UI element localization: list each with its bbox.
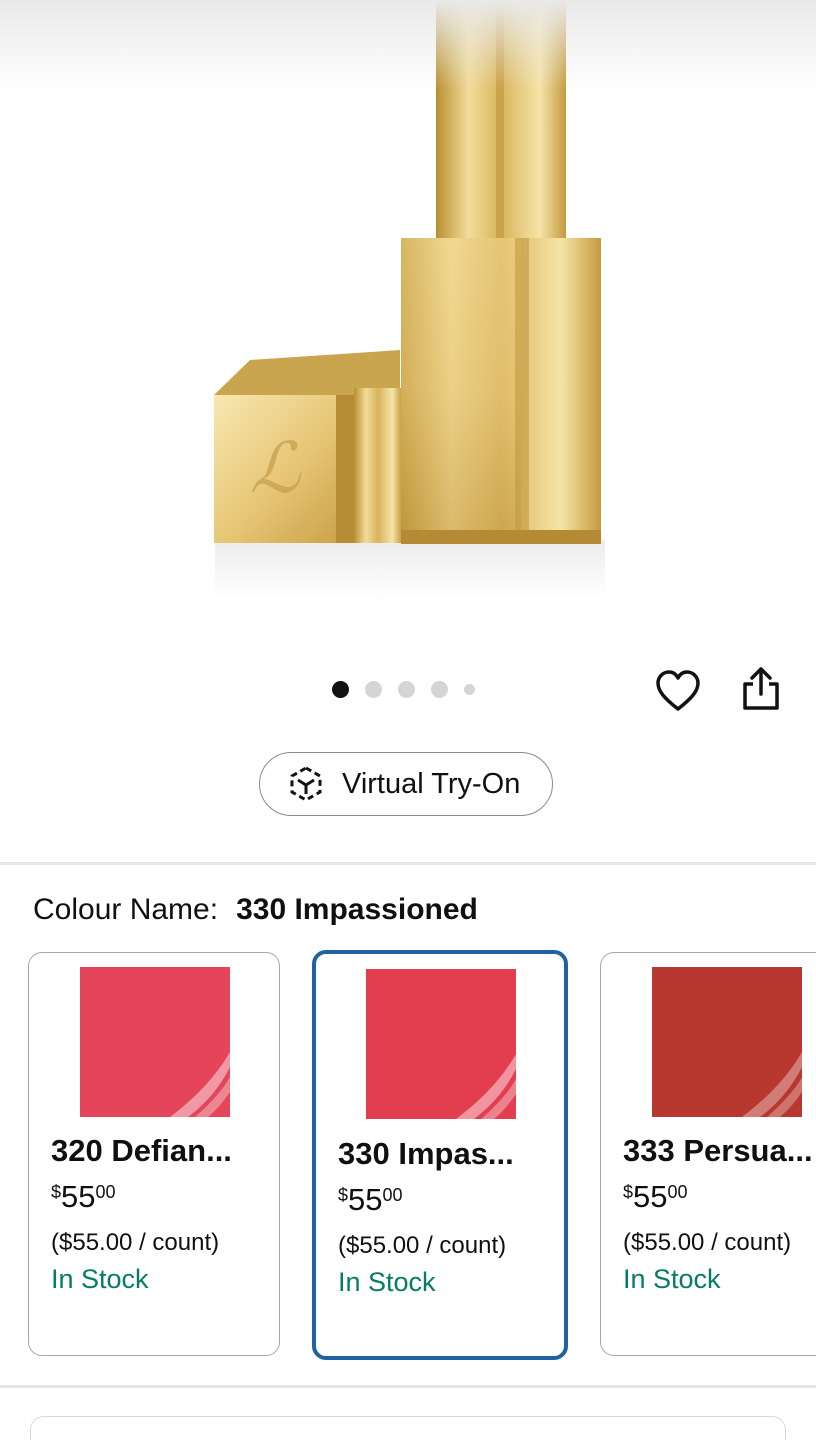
price-whole: 55 [61,1179,96,1214]
swatch-image [652,967,802,1117]
share-icon[interactable] [739,666,783,714]
swatch-image [80,967,230,1117]
section-divider [0,1385,816,1388]
swatch-price: $5500 [51,1181,116,1212]
swatch-name: 330 Impas... [338,1136,514,1171]
carousel-dot-4[interactable] [431,680,448,698]
price-currency: $ [51,1182,62,1202]
carousel-dots[interactable] [332,679,491,699]
unit-price: ($55.00 / count) [623,1229,792,1256]
price-fraction: 00 [95,1182,116,1202]
carousel-dot-1[interactable] [332,680,349,698]
top-fade [0,0,816,90]
product-page: ℒ Virtual Try-On Colour Name: 330 Impass… [0,0,816,1440]
unit-price: ($55.00 / count) [51,1229,220,1256]
colour-name-label: Colour Name: [33,893,219,926]
price-currency: $ [338,1185,349,1205]
swatch-price: $5500 [338,1184,403,1215]
carousel-dot-2[interactable] [365,680,382,698]
price-whole: 55 [633,1179,668,1214]
stock-status: In Stock [623,1264,721,1294]
svg-text:ℒ: ℒ [250,427,302,509]
colour-name-row: Colour Name: 330 Impassioned [33,893,478,927]
next-section-box[interactable] [30,1416,786,1440]
swatch-card[interactable]: 320 Defian... $5500 ($55.00 / count) In … [28,952,280,1356]
carousel-dot-3[interactable] [398,680,415,698]
price-whole: 55 [348,1182,383,1217]
price-currency: $ [623,1182,634,1202]
product-image[interactable]: ℒ [0,0,816,640]
stock-status: In Stock [338,1267,436,1297]
price-fraction: 00 [382,1185,403,1205]
close-icon[interactable] [32,0,82,22]
cube-icon [290,766,322,802]
swatch-card-selected[interactable]: 330 Impas... $5500 ($55.00 / count) In S… [312,950,568,1360]
colour-name-value: 330 Impassioned [236,893,478,926]
unit-price: ($55.00 / count) [338,1232,507,1259]
swatch-name: 333 Persua... [623,1133,813,1168]
price-fraction: 00 [667,1182,688,1202]
swatch-name: 320 Defian... [51,1133,232,1168]
swatch-price: $5500 [623,1181,688,1212]
heart-icon[interactable] [654,668,702,716]
section-divider [0,862,816,865]
swatch-card[interactable]: 333 Persua... $5500 ($55.00 / count) In … [600,952,816,1356]
stock-status: In Stock [51,1264,149,1294]
virtual-try-on-button[interactable]: Virtual Try-On [259,752,553,816]
virtual-try-on-label: Virtual Try-On [342,767,521,800]
swatch-image [366,969,516,1119]
carousel-dot-5[interactable] [464,683,475,695]
